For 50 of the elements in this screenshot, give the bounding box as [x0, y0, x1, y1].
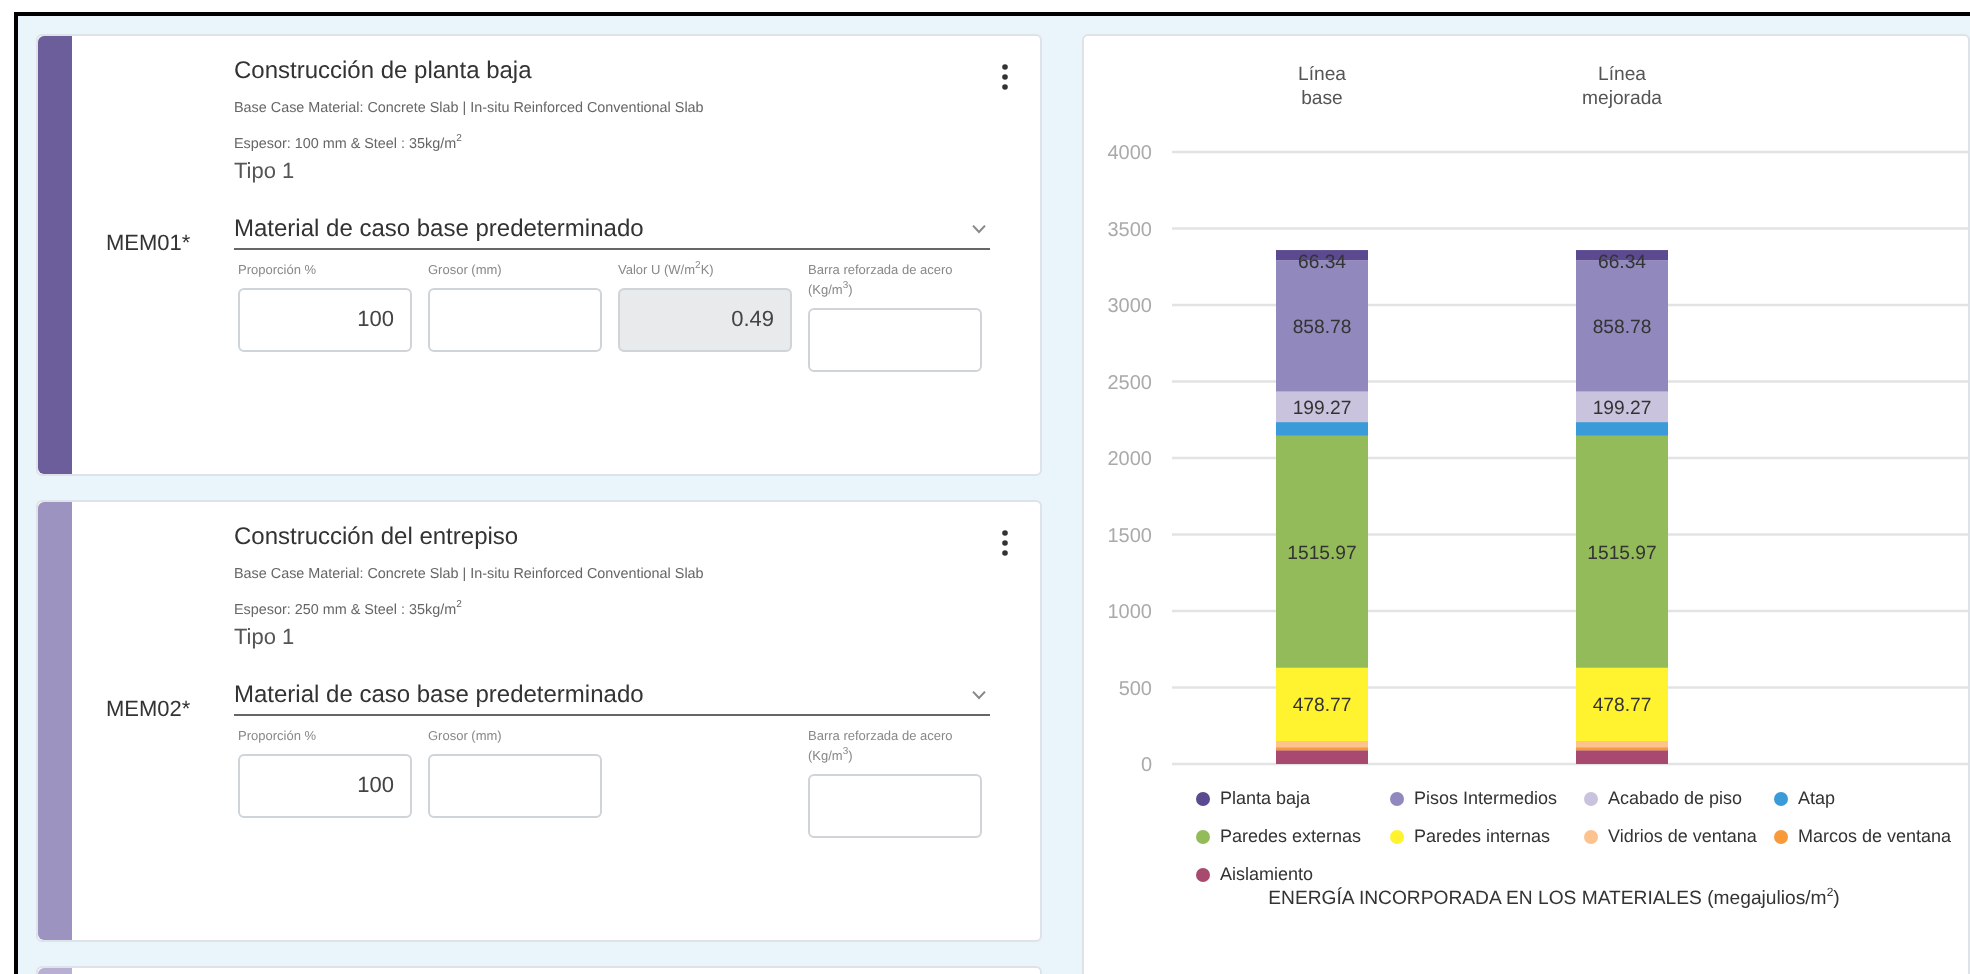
legend-label: Marcos de ventana: [1798, 826, 1952, 846]
axis-tick-label: 0: [1140, 755, 1152, 777]
type-label: Tipo 1: [234, 626, 295, 650]
number-field[interactable]: 100: [238, 754, 412, 818]
axis-tick-label: 3000: [1107, 296, 1152, 318]
legend-label: Planta baja: [1220, 788, 1311, 808]
legend-label: Paredes internas: [1414, 826, 1551, 846]
card-title: Construcción del entrepiso: [234, 520, 519, 552]
legend-label: Aislamiento: [1220, 864, 1314, 884]
number-field[interactable]: [808, 774, 982, 838]
material-dropdown[interactable]: Material de caso base predeterminado: [234, 214, 990, 250]
data-label: 1515.97: [1587, 542, 1657, 565]
data-label: 66.34: [1598, 252, 1646, 275]
category-label: Línea mejorada: [1582, 64, 1662, 110]
type-label: Tipo 1: [234, 160, 295, 184]
legend-label: Paredes externas: [1220, 826, 1362, 846]
legend-label: Atap: [1798, 788, 1836, 808]
number-field[interactable]: 100: [238, 288, 412, 352]
axis-tick-label: 1000: [1107, 602, 1152, 624]
legend-label: Acabado de piso: [1608, 788, 1743, 808]
axis-tick-label: 2500: [1107, 372, 1152, 395]
chevron-down-icon: [972, 689, 986, 699]
more-icon[interactable]: [1002, 530, 1008, 556]
axis-tick-label: 1500: [1107, 525, 1152, 548]
card-title: Construcción de planta baja: [234, 54, 532, 86]
number-field[interactable]: [428, 754, 602, 818]
number-field[interactable]: [428, 288, 602, 352]
chart-title: ENERGÍA INCORPORADA EN LOS MATERIALES (megajulios/m$^{2}$): [1266, 888, 1842, 910]
data-label: 1515.97: [1287, 542, 1357, 565]
data-label: 858.78: [1292, 316, 1352, 339]
member-code: MEM02*: [104, 696, 193, 722]
axis-tick-label: 2000: [1107, 449, 1152, 471]
data-label: 66.34: [1298, 252, 1346, 275]
member-code: MEM01*: [104, 230, 193, 256]
material-dropdown[interactable]: Material de caso base predeterminado: [234, 680, 990, 716]
chevron-down-icon: [972, 223, 986, 233]
axis-tick-label: 500: [1118, 678, 1152, 701]
readonly-field[interactable]: 0.49: [618, 288, 792, 352]
data-label: 199.27: [1292, 397, 1352, 420]
number-field[interactable]: [808, 308, 982, 372]
legend-label: Pisos Intermedios: [1414, 788, 1558, 808]
axis-tick-label: 4000: [1107, 143, 1152, 165]
more-icon[interactable]: [1002, 64, 1008, 90]
data-label: 478.77: [1592, 695, 1652, 718]
data-label: 858.78: [1592, 316, 1652, 339]
data-label: 199.27: [1592, 397, 1652, 420]
legend-label: Vidrios de ventana: [1608, 826, 1757, 846]
data-label: 478.77: [1292, 695, 1352, 718]
category-label: Línea base: [1298, 64, 1346, 110]
axis-tick-label: 3500: [1107, 219, 1152, 242]
